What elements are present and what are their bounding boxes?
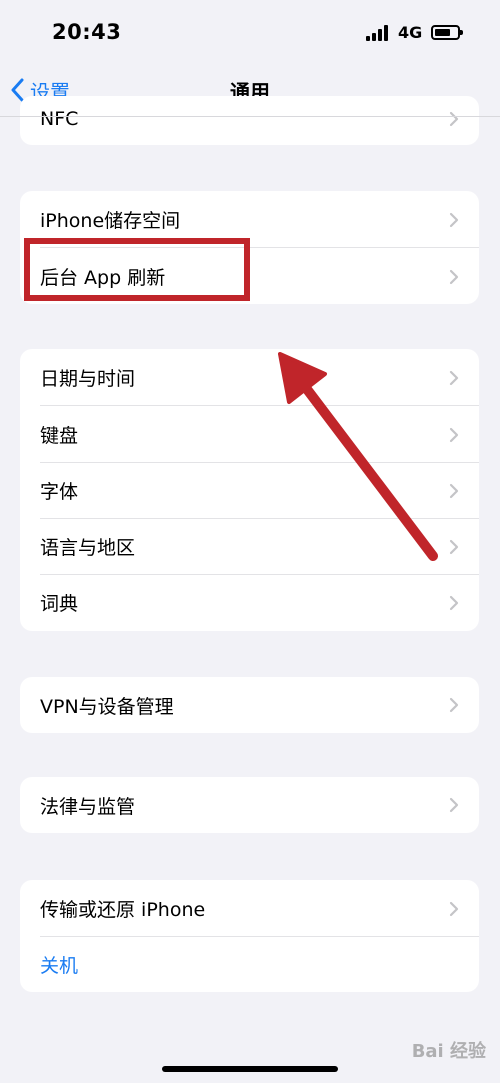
network-type: 4G [398, 23, 423, 42]
settings-row-legal-regulatory[interactable]: 法律与监管 [20, 777, 479, 833]
settings-row-transfer-reset[interactable]: 传输或还原 iPhone [20, 880, 479, 937]
status-bar: 20:43 4G [0, 0, 500, 66]
status-time: 20:43 [52, 20, 122, 44]
row-label: VPN与设备管理 [40, 695, 174, 718]
row-label: NFC [40, 107, 79, 130]
nav-divider [0, 116, 500, 117]
home-indicator[interactable] [162, 1066, 338, 1072]
row-label: 语言与地区 [40, 537, 136, 559]
settings-row-dictionary[interactable]: 词典 [20, 574, 479, 631]
row-label: 词典 [40, 593, 79, 615]
settings-group-storage: iPhone储存空间 后台 App 刷新 [20, 191, 479, 304]
row-label: 关机 [40, 955, 79, 977]
chevron-right-icon [449, 595, 459, 610]
row-label: 传输或还原 iPhone [40, 899, 206, 921]
settings-group-legal: 法律与监管 [20, 777, 479, 833]
row-label: iPhone储存空间 [40, 210, 181, 232]
settings-group-vpn: VPN与设备管理 [20, 677, 479, 733]
chevron-right-icon [449, 797, 459, 813]
row-label: 法律与监管 [40, 795, 136, 818]
row-label: 后台 App 刷新 [40, 267, 166, 289]
chevron-right-icon [449, 483, 459, 498]
chevron-right-icon [449, 111, 459, 126]
settings-row-fonts[interactable]: 字体 [20, 462, 479, 519]
battery-icon [431, 25, 463, 40]
shut-down-button[interactable]: 关机 [20, 937, 479, 992]
chevron-right-icon [449, 370, 459, 385]
chevron-right-icon [449, 697, 459, 713]
row-label: 日期与时间 [40, 368, 136, 390]
settings-row-iphone-storage[interactable]: iPhone储存空间 [20, 191, 479, 248]
watermark-logo: Bai 经验 [411, 1041, 486, 1062]
chevron-right-icon [449, 212, 459, 227]
cellular-signal-icon [366, 25, 388, 41]
chevron-right-icon [449, 427, 459, 442]
settings-row-background-app-refresh[interactable]: 后台 App 刷新 [20, 248, 479, 304]
row-label: 字体 [40, 481, 79, 503]
chevron-right-icon [449, 269, 459, 284]
settings-row-language-region[interactable]: 语言与地区 [20, 518, 479, 575]
settings-row-vpn-device-management[interactable]: VPN与设备管理 [20, 677, 479, 733]
settings-row-nfc[interactable]: NFC [20, 96, 479, 145]
settings-group-input: 日期与时间 键盘 字体 语言与地区 词典 [20, 349, 479, 631]
settings-row-date-time[interactable]: 日期与时间 [20, 349, 479, 406]
chevron-right-icon [449, 539, 459, 554]
settings-row-keyboard[interactable]: 键盘 [20, 406, 479, 463]
settings-group-nfc: NFC [20, 96, 479, 145]
row-label: 键盘 [40, 425, 79, 447]
settings-group-reset: 传输或还原 iPhone 关机 [20, 880, 479, 992]
chevron-right-icon [449, 901, 459, 916]
